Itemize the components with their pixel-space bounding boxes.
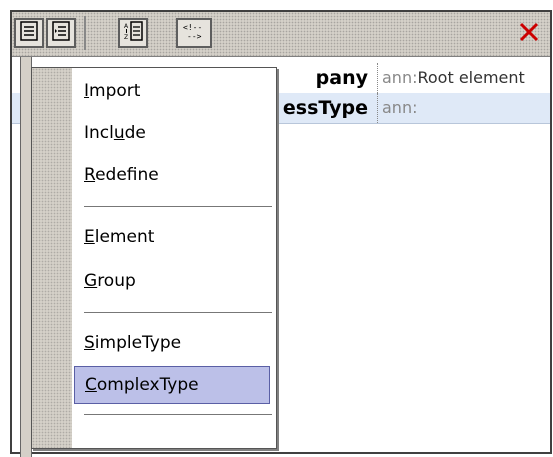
svg-text:<!--: <!-- [183,23,202,32]
comment-button[interactable]: <!-- --> [176,18,212,48]
toolbar: A Z <!-- --> [12,12,550,57]
menu-separator [84,312,272,314]
annotation-cell[interactable]: ann: [377,93,550,123]
annotation-label: ann: [382,68,418,87]
insert-button[interactable] [46,18,76,48]
menu-item-redefine[interactable]: Redefine [74,156,270,194]
append-icon [18,20,40,46]
menu-item-include[interactable]: Include [74,114,270,152]
annotation-cell[interactable]: ann:Root element [377,63,550,93]
svg-text:Z: Z [124,34,128,41]
comment-icon: <!-- --> [179,20,209,46]
insert-icon [50,20,72,46]
menu-item-element[interactable]: Element [74,218,270,256]
menu-separator [84,414,272,416]
sort-button[interactable]: A Z [118,18,148,48]
menu-item-simpletype[interactable]: SimpleType [74,324,270,362]
menu-gutter [32,68,72,448]
svg-text:-->: --> [187,32,202,41]
menu-item-group[interactable]: Group [74,262,270,300]
schema-window: A Z <!-- --> pany ann:Root element essTy… [10,10,552,457]
svg-text:A: A [124,23,129,30]
annotation-label: ann: [382,98,418,117]
toolbar-separator [84,16,86,50]
menu-separator [84,206,272,208]
sort-icon: A Z [122,20,144,46]
annotation-value: Root element [417,68,525,87]
insert-context-menu: Import Include Redefine Element Group Si… [31,67,277,449]
append-button[interactable] [14,18,44,48]
close-icon [518,21,540,47]
menu-item-complextype[interactable]: ComplexType [74,366,270,404]
menu-item-import[interactable]: Import [74,72,270,110]
close-button[interactable] [514,20,544,48]
